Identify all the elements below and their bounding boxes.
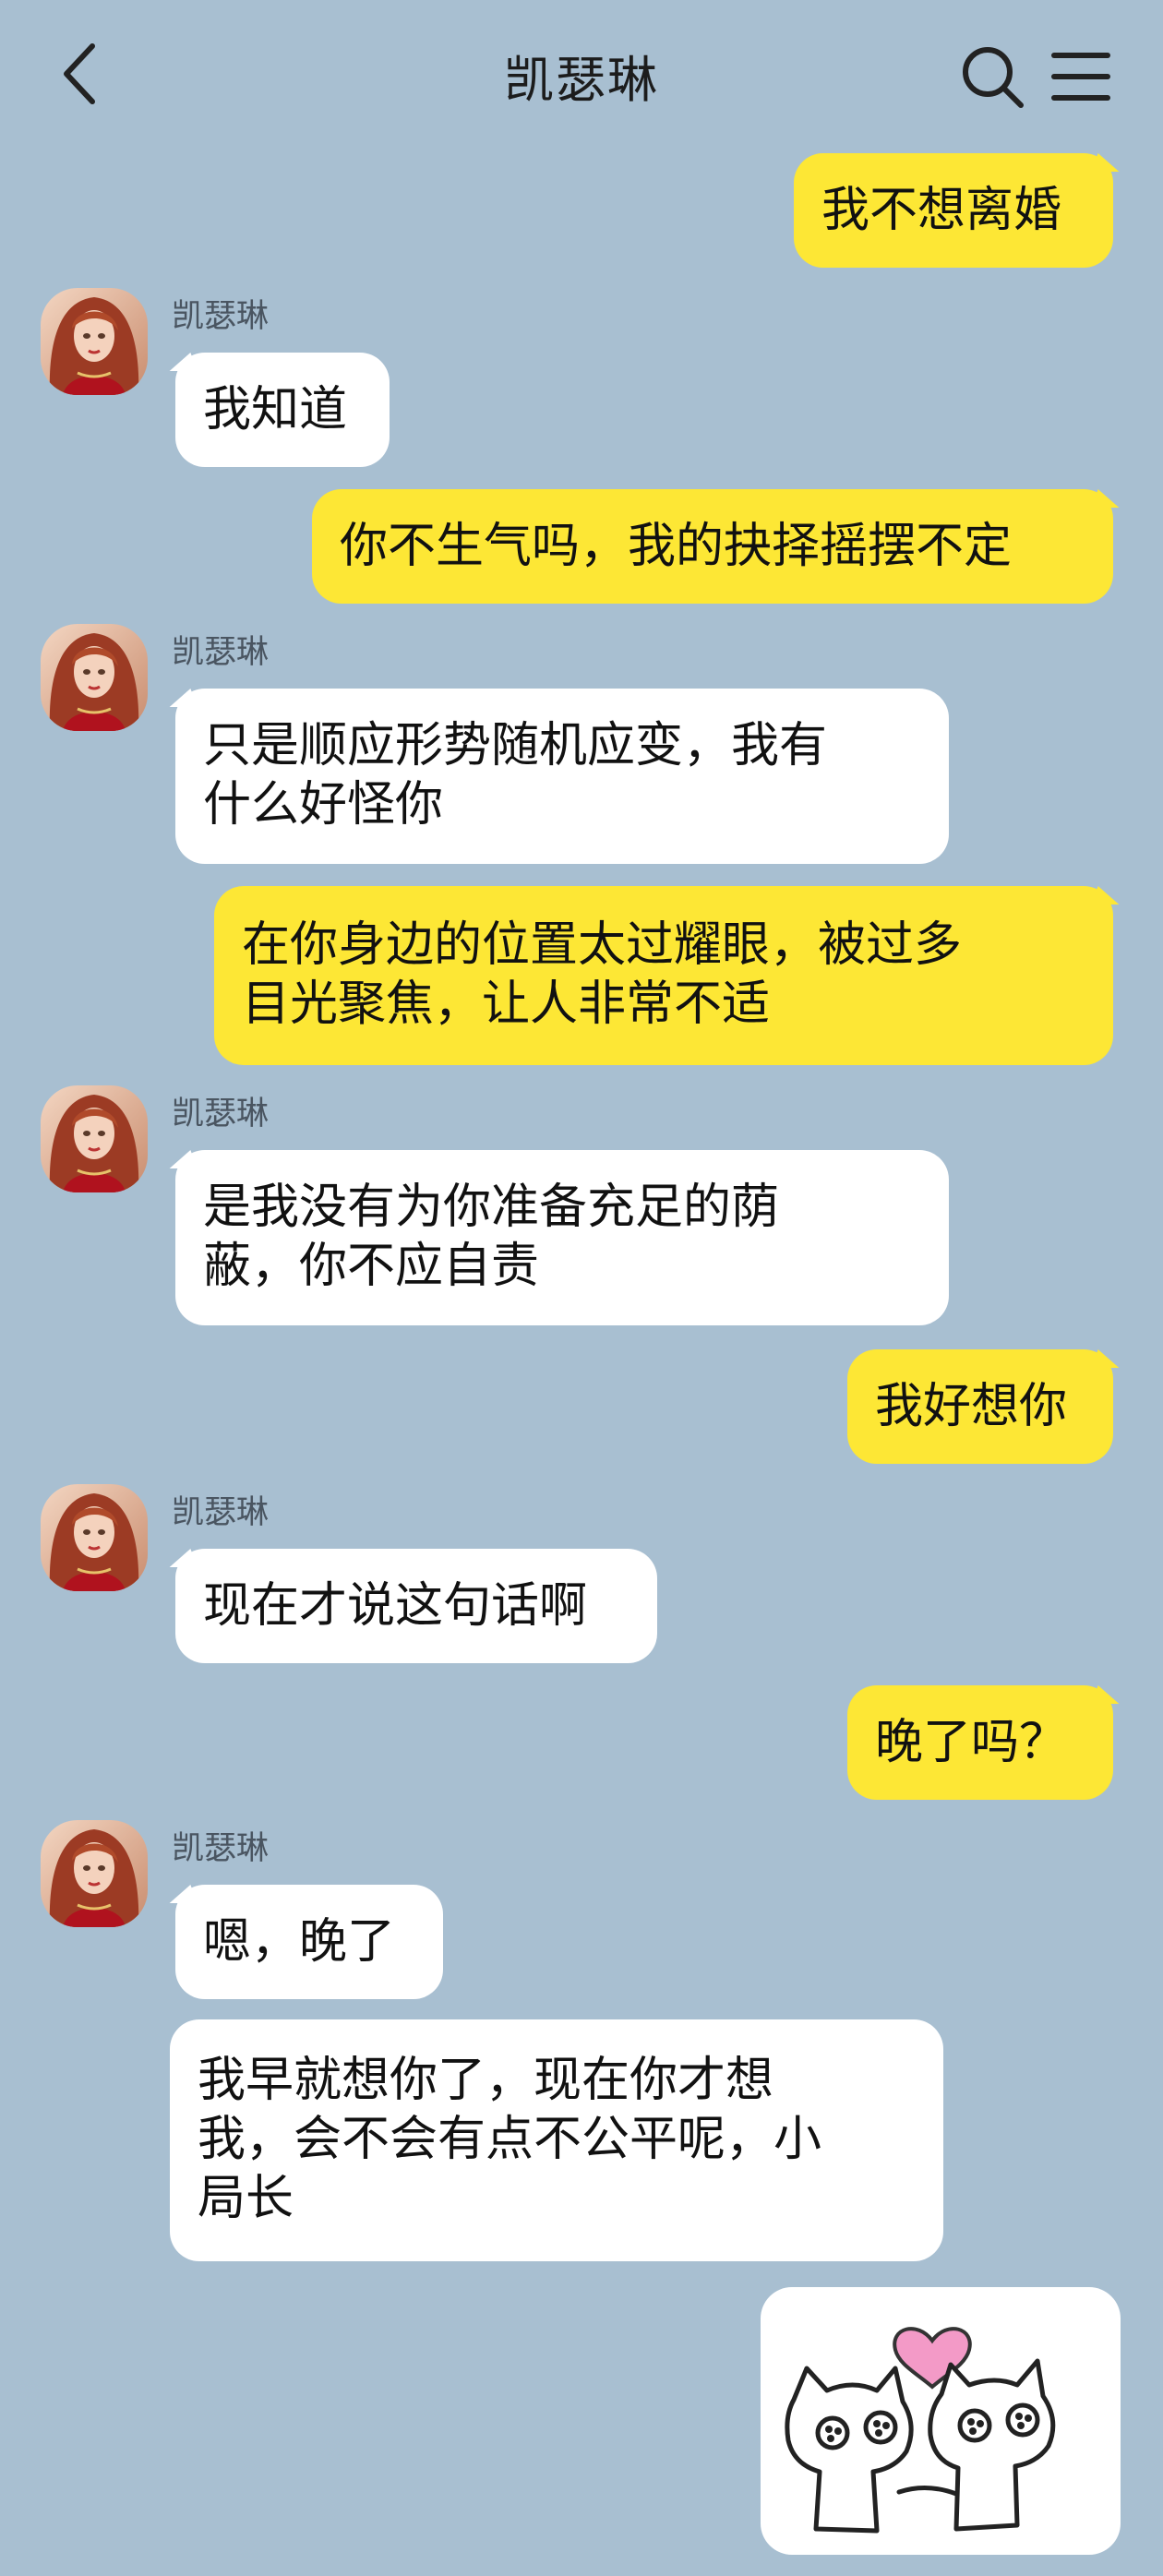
search-icon xyxy=(963,47,1024,108)
message-text-line: 蔽，你不应自责 xyxy=(203,1239,540,1294)
message-text: 我知道 xyxy=(203,382,348,437)
contact-avatar[interactable] xyxy=(41,1484,148,1591)
my-message-bubble[interactable]: 晚了吗？ xyxy=(847,1685,1113,1800)
menu-button[interactable] xyxy=(1050,48,1111,105)
sender-name: 凯瑟琳 xyxy=(172,1096,270,1132)
contact-avatar[interactable] xyxy=(41,1820,148,1927)
search-button[interactable] xyxy=(960,44,1026,111)
avatar-image xyxy=(41,624,148,731)
message-text-line: 在你身边的位置太过耀眼，被过多 xyxy=(242,917,963,973)
hamburger-menu-icon xyxy=(1051,53,1110,101)
message-text: 嗯，晚了 xyxy=(203,1914,396,1970)
contact-message-bubble[interactable]: 我知道 xyxy=(175,353,390,467)
message-text: 你不生气吗，我的抉择摇摆不定 xyxy=(340,519,1013,574)
avatar-image xyxy=(41,1820,148,1927)
sticker-message[interactable] xyxy=(761,2287,1121,2555)
sender-name: 凯瑟琳 xyxy=(172,298,270,335)
contact-message-bubble[interactable]: 嗯，晚了 xyxy=(175,1885,443,1999)
sender-name: 凯瑟琳 xyxy=(172,634,270,671)
contact-avatar[interactable] xyxy=(41,624,148,731)
contact-message-bubble[interactable]: 只是顺应形势随机应变，我有 什么好怪你 xyxy=(175,689,949,864)
my-message-bubble[interactable]: 我不想离婚 xyxy=(794,153,1113,268)
message-text-line: 我早就想你了，现在你才想 xyxy=(198,2053,774,2108)
message-text-line: 是我没有为你准备充足的荫 xyxy=(203,1180,780,1235)
message-text-line: 只是顺应形势随机应变，我有 xyxy=(203,718,828,773)
my-message-bubble[interactable]: 我好想你 xyxy=(847,1349,1113,1464)
my-message-bubble[interactable]: 你不生气吗，我的抉择摇摆不定 xyxy=(312,489,1113,604)
contact-message-bubble[interactable]: 是我没有为你准备充足的荫 蔽，你不应自责 xyxy=(175,1150,949,1325)
message-text: 我不想离婚 xyxy=(821,183,1062,238)
contact-avatar[interactable] xyxy=(41,1085,148,1192)
my-message-bubble[interactable]: 在你身边的位置太过耀眼，被过多 目光聚焦，让人非常不适 xyxy=(214,886,1113,1065)
avatar-image xyxy=(41,1085,148,1192)
sender-name: 凯瑟琳 xyxy=(172,1494,270,1531)
avatar-image xyxy=(41,1484,148,1591)
chat-header: 凯瑟琳 xyxy=(0,0,1163,148)
sender-name: 凯瑟琳 xyxy=(172,1830,270,1867)
message-text-line: 我，会不会有点不公平呢，小 xyxy=(198,2112,822,2167)
message-text: 现在才说这句话啊 xyxy=(203,1578,588,1634)
message-text-line: 目光聚焦，让人非常不适 xyxy=(242,976,771,1032)
avatar-image xyxy=(41,288,148,395)
contact-message-bubble[interactable]: 我早就想你了，现在你才想 我，会不会有点不公平呢，小 局长 xyxy=(170,2019,943,2261)
message-text: 晚了吗？ xyxy=(875,1715,1068,1770)
message-text-line: 什么好怪你 xyxy=(203,777,444,833)
two-cats-heart-sticker-icon xyxy=(785,2327,1056,2534)
message-text-line: 局长 xyxy=(198,2171,294,2226)
message-text: 我好想你 xyxy=(875,1379,1068,1434)
contact-message-bubble[interactable]: 现在才说这句话啊 xyxy=(175,1549,657,1663)
contact-avatar[interactable] xyxy=(41,288,148,395)
